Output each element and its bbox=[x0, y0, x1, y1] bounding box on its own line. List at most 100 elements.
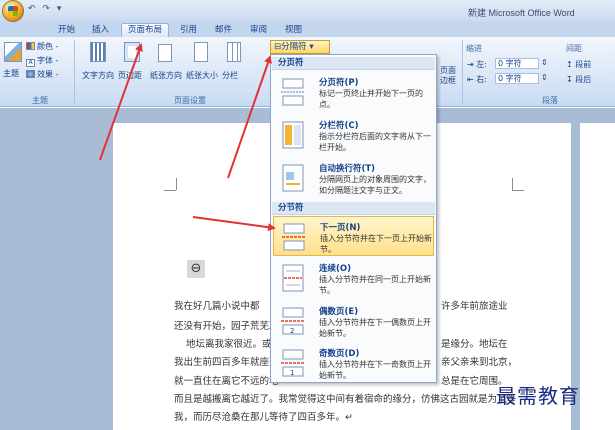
document-page-next bbox=[580, 123, 615, 430]
effects-icon bbox=[26, 70, 35, 78]
menu-item-column-break[interactable]: 分栏符(C) 指示分栏符后面的文字将从下一栏开始。 bbox=[273, 115, 434, 157]
tab-references[interactable]: 引用 bbox=[174, 23, 203, 37]
columns-button[interactable]: 分栏 bbox=[222, 40, 246, 90]
group-separator bbox=[74, 40, 75, 104]
indent-left-label: ⇥ 左: bbox=[467, 60, 487, 69]
margins-button[interactable]: 页边距 bbox=[118, 40, 146, 90]
svg-text:2: 2 bbox=[290, 327, 294, 335]
redo-icon[interactable]: ↷ bbox=[42, 4, 50, 14]
breaks-menu: 分页符 分页符(P) 标记一页终止并开始下一页的点。 分栏符(C) 指示分栏符后… bbox=[270, 54, 437, 383]
indent-left-spin-icon[interactable]: ⇕ bbox=[541, 58, 548, 67]
spacing-header: 间距 bbox=[566, 44, 582, 53]
tab-insert[interactable]: 插入 bbox=[86, 23, 115, 37]
doc-line: 是缘分。地坛在 bbox=[441, 339, 508, 350]
size-label: 纸张大小 bbox=[186, 71, 218, 80]
window-title: 新建 Microsoft Office Word bbox=[468, 8, 575, 18]
section-breaks-header: 分节符 bbox=[272, 202, 435, 215]
spacing-before-label[interactable]: ↥ 段前 bbox=[566, 59, 591, 70]
doc-line: 我在好几篇小说中都 bbox=[174, 301, 260, 312]
doc-line: 地坛离我家很近。或 bbox=[186, 339, 272, 350]
menu-item-desc: 插入分节符并在下一页上开始新节。 bbox=[320, 234, 432, 254]
customize-qat-icon[interactable]: ▾ bbox=[57, 4, 62, 14]
indent-right-icon: ⇤ bbox=[467, 75, 477, 84]
themes-button[interactable]: 主题 bbox=[2, 40, 24, 88]
svg-text:1: 1 bbox=[290, 369, 294, 377]
doc-line: 亲父亲来到北京， bbox=[441, 357, 518, 368]
size-icon bbox=[194, 42, 208, 62]
page-borders-button[interactable]: 页面 边框 bbox=[440, 45, 460, 85]
indent-right-spin-icon[interactable]: ⇕ bbox=[541, 73, 548, 82]
themes-icon bbox=[4, 42, 22, 62]
breaks-button[interactable]: ⊟分隔符 ▾ bbox=[270, 40, 330, 54]
spacing-after-icon: ↧ bbox=[566, 75, 576, 84]
doc-line: 许多年前旅途业 bbox=[441, 301, 508, 312]
section-break-marker: ⊖ bbox=[187, 260, 205, 278]
colors-icon bbox=[26, 42, 35, 50]
continuous-break-icon bbox=[282, 264, 304, 292]
menu-item-title: 自动换行符(T) bbox=[319, 164, 376, 174]
group-label-paragraph: 段落 bbox=[542, 96, 558, 105]
menu-item-page-break[interactable]: 分页符(P) 标记一页终止并开始下一页的点。 bbox=[273, 72, 434, 114]
menu-item-desc: 指示分栏符后面的文字将从下一栏开始。 bbox=[319, 132, 431, 152]
title-bar: ↶ ↷ ▾ 新建 Microsoft Office Word bbox=[0, 0, 615, 22]
page-break-icon bbox=[281, 78, 305, 106]
menu-item-desc: 插入分节符并在下一奇数页上开始新节。 bbox=[319, 360, 431, 380]
themes-label: 主题 bbox=[3, 69, 19, 78]
columns-icon bbox=[227, 42, 241, 62]
orientation-button[interactable]: 纸张方向 bbox=[150, 40, 182, 90]
next-page-break-icon bbox=[282, 223, 306, 251]
menu-item-continuous[interactable]: 连续(O) 插入分节符并在同一页上开始新节。 bbox=[273, 258, 434, 300]
margin-corner-mark bbox=[512, 190, 524, 191]
orientation-label: 纸张方向 bbox=[150, 71, 182, 80]
group-label-themes: 主题 bbox=[32, 96, 48, 105]
menu-item-title: 下一页(N) bbox=[320, 223, 361, 233]
menu-item-odd-page[interactable]: 1 奇数页(D) 插入分节符并在下一奇数页上开始新节。 bbox=[273, 343, 434, 383]
doc-line: 我出生前四百多年就座落 bbox=[174, 357, 279, 368]
columns-label: 分栏 bbox=[222, 71, 238, 80]
menu-item-title: 连续(O) bbox=[319, 264, 351, 274]
office-button[interactable] bbox=[2, 0, 24, 22]
indent-right-input[interactable]: 0 字符 bbox=[495, 73, 539, 84]
doc-line: 而且是越搬离它越近了。我常觉得这中间有着宿命的缘分，仿佛这古园就是为了等 bbox=[174, 394, 517, 405]
column-break-icon bbox=[282, 121, 304, 149]
text-wrapping-icon bbox=[282, 164, 304, 192]
tab-mailings[interactable]: 邮件 bbox=[209, 23, 238, 37]
indent-left-input[interactable]: 0 字符 bbox=[495, 58, 539, 69]
theme-colors-button[interactable]: 颜色 - bbox=[26, 41, 58, 52]
menu-item-desc: 插入分节符并在下一偶数页上开始新节。 bbox=[319, 318, 431, 338]
theme-effects-button[interactable]: 效果 - bbox=[26, 69, 58, 80]
doc-line: 我，而历尽沧桑在那儿等待了四百多年。↵ bbox=[174, 412, 353, 423]
undo-icon[interactable]: ↶ bbox=[28, 4, 36, 14]
page-breaks-header: 分页符 bbox=[272, 57, 435, 70]
text-direction-label: 文字方向 bbox=[82, 71, 114, 80]
theme-fonts-button[interactable]: A 字体 - bbox=[26, 55, 58, 67]
margin-corner-mark bbox=[164, 190, 176, 191]
tab-page-layout[interactable]: 页面布局 bbox=[121, 23, 170, 37]
menu-item-desc: 插入分节符并在同一页上开始新节。 bbox=[319, 275, 431, 295]
tab-home[interactable]: 开始 bbox=[52, 23, 81, 37]
indent-right-label: ⇤ 右: bbox=[467, 75, 487, 84]
orientation-icon bbox=[158, 44, 172, 62]
spacing-after-label[interactable]: ↧ 段后 bbox=[566, 74, 591, 85]
even-page-break-icon: 2 bbox=[281, 307, 305, 335]
odd-page-break-icon: 1 bbox=[281, 349, 305, 377]
tab-review[interactable]: 审阅 bbox=[244, 23, 273, 37]
text-direction-icon bbox=[90, 42, 106, 62]
menu-item-next-page[interactable]: 下一页(N) 插入分节符并在下一页上开始新节。 bbox=[273, 216, 434, 256]
menu-item-desc: 标记一页终止并开始下一页的点。 bbox=[319, 89, 423, 109]
group-separator bbox=[462, 40, 463, 104]
page-borders-label2: 边框 bbox=[440, 76, 456, 85]
ribbon-tabs: 开始 插入 页面布局 引用 邮件 审阅 视图 bbox=[0, 22, 615, 37]
size-button[interactable]: 纸张大小 bbox=[186, 40, 218, 90]
menu-item-title: 偶数页(E) bbox=[319, 307, 359, 317]
menu-item-even-page[interactable]: 2 偶数页(E) 插入分节符并在下一偶数页上开始新节。 bbox=[273, 301, 434, 343]
fonts-icon: A bbox=[26, 59, 35, 67]
margins-label: 页边距 bbox=[118, 71, 142, 80]
menu-item-text-wrapping[interactable]: 自动换行符(T) 分隔网页上的对象周围的文字，如分隔题注文字与正文。 bbox=[273, 158, 434, 200]
menu-item-desc: 分隔网页上的对象周围的文字，如分隔题注文字与正文。 bbox=[319, 175, 431, 195]
text-direction-button[interactable]: 文字方向 bbox=[82, 40, 114, 90]
menu-item-title: 分页符(P) bbox=[319, 78, 359, 88]
doc-line: 就一直住在离它不远的地 bbox=[174, 376, 279, 387]
doc-line: 还没有开始，园子荒芜冷 bbox=[174, 321, 279, 332]
tab-view[interactable]: 视图 bbox=[279, 23, 308, 37]
